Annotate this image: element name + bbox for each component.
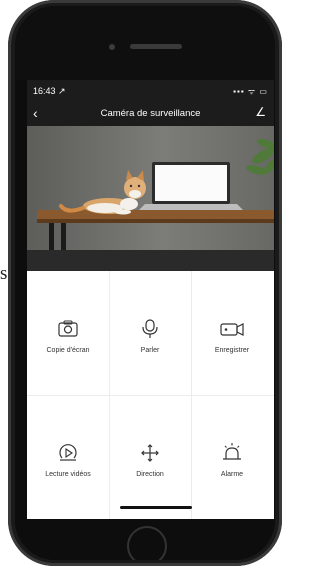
front-camera: [109, 44, 115, 50]
record-label: Enregistrer: [214, 347, 250, 354]
phone-frame: 16:43 ↗ ▪▪▪ ᯤ ▭ ‹ Caméra de surveillance…: [8, 0, 282, 566]
bottom-bezel: [15, 519, 275, 560]
alarm-label: Alarme: [220, 471, 244, 478]
direction-label: Direction: [136, 471, 164, 478]
camera-live-view[interactable]: [27, 126, 274, 250]
direction-button[interactable]: Direction: [109, 395, 191, 519]
record-button[interactable]: Enregistrer: [191, 271, 273, 395]
home-button[interactable]: [127, 526, 167, 560]
phone-body: 16:43 ↗ ▪▪▪ ᯤ ▭ ‹ Caméra de surveillance…: [15, 6, 275, 560]
control-grid: Copie d'écran Parler Enregistrer Lecture…: [27, 271, 274, 519]
edit-icon[interactable]: ∠: [255, 105, 266, 119]
top-bezel: [15, 6, 275, 80]
camera-scene: [27, 126, 274, 250]
playback-button[interactable]: Lecture vidéos: [27, 395, 109, 519]
alarm-button[interactable]: Alarme: [191, 395, 273, 519]
page-title: Caméra de surveillance: [100, 108, 201, 119]
camera-icon: [58, 320, 78, 337]
direction-icon: [141, 444, 159, 462]
status-icons: ▪▪▪ ᯤ ▭: [233, 87, 268, 96]
status-bar: 16:43 ↗ ▪▪▪ ᯤ ▭: [27, 80, 274, 102]
app-screen: 16:43 ↗ ▪▪▪ ᯤ ▭ ‹ Caméra de surveillance…: [27, 80, 274, 519]
stray-letter: s: [0, 263, 8, 284]
status-time: 16:43 ↗: [33, 86, 66, 96]
talk-button[interactable]: Parler: [109, 271, 191, 395]
earpiece-speaker: [130, 44, 182, 49]
microphone-icon: [142, 319, 158, 338]
nav-bar: ‹ Caméra de surveillance ∠: [27, 102, 274, 126]
home-indicator[interactable]: [120, 506, 192, 509]
screenshot-label: Copie d'écran: [46, 347, 90, 354]
playback-label: Lecture vidéos: [45, 471, 91, 478]
alarm-icon: [223, 443, 241, 460]
video-control-bar: [27, 250, 274, 271]
video-record-icon: [220, 323, 244, 336]
screenshot-button[interactable]: Copie d'écran: [27, 271, 109, 395]
talk-label: Parler: [140, 347, 160, 354]
playback-icon: [59, 444, 77, 461]
